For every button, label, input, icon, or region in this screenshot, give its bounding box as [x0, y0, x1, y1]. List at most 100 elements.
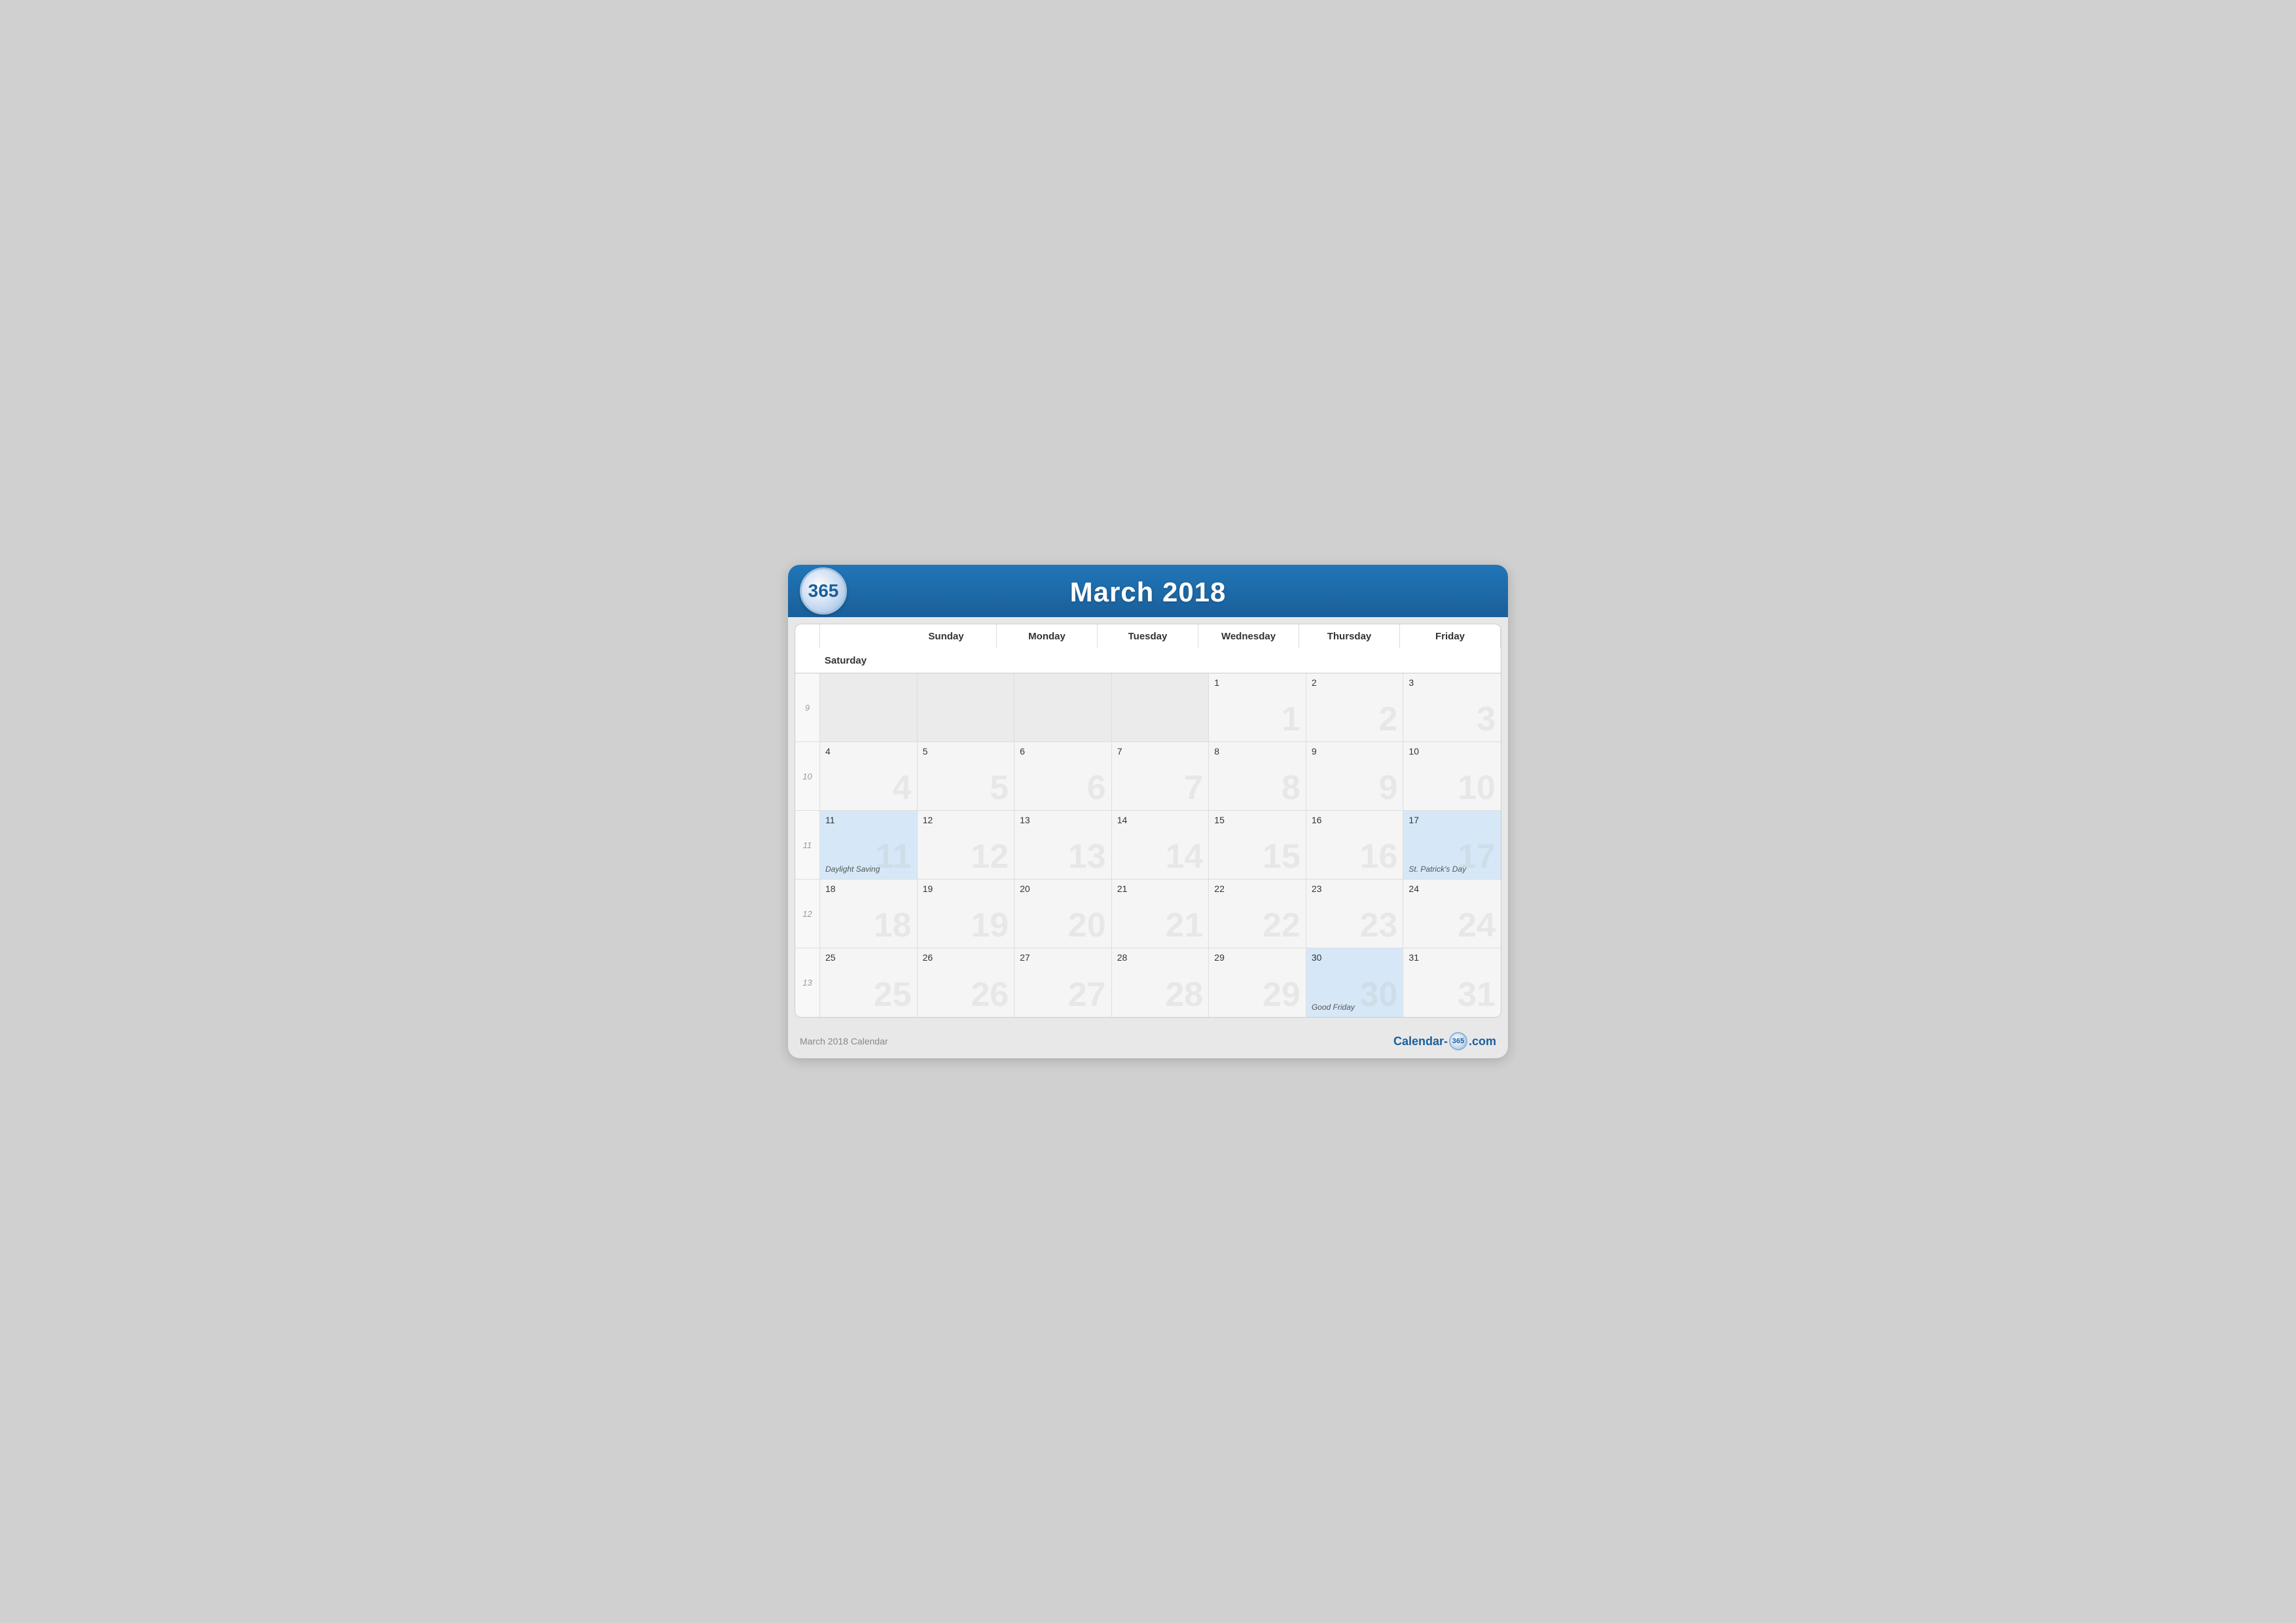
- footer-brand-text1: Calendar-: [1393, 1035, 1448, 1048]
- day-cell-16[interactable]: 1616: [1306, 811, 1404, 880]
- day-watermark: 23: [1360, 908, 1398, 942]
- day-cell-20[interactable]: 2020: [1014, 880, 1112, 948]
- event-label: Daylight Saving: [825, 865, 880, 874]
- day-cell-24[interactable]: 24 24: [1403, 880, 1501, 948]
- day-cell-15[interactable]: 1515: [1209, 811, 1306, 880]
- calendar-grid: 9112233104455667788991010111111Daylight …: [795, 673, 1501, 1017]
- day-watermark: 22: [1263, 908, 1300, 942]
- day-number: 6: [1020, 746, 1106, 757]
- day-watermark: 9: [1379, 771, 1398, 805]
- day-number: 20: [1020, 883, 1106, 894]
- day-number: 23: [1312, 883, 1398, 894]
- day-cell-1[interactable]: 11: [1209, 673, 1306, 742]
- day-cell-6[interactable]: 66: [1014, 742, 1112, 811]
- day-cell-4[interactable]: 44: [820, 742, 918, 811]
- day-watermark: 13: [1068, 840, 1106, 874]
- footer-brand: Calendar- 365 .com: [1393, 1032, 1496, 1050]
- day-watermark: 1: [1282, 702, 1300, 736]
- day-watermark: 4: [893, 771, 912, 805]
- dow-thursday: Thursday: [1299, 624, 1400, 649]
- days-of-week-row: SundayMondayTuesdayWednesdayThursdayFrid…: [795, 624, 1501, 673]
- day-cell-18[interactable]: 1818: [820, 880, 918, 948]
- day-number: 15: [1214, 815, 1300, 825]
- day-number: 22: [1214, 883, 1300, 894]
- day-watermark: 26: [971, 978, 1009, 1012]
- day-cell-25[interactable]: 25 25: [820, 948, 918, 1017]
- day-cell-7[interactable]: 77: [1112, 742, 1210, 811]
- day-number: 12: [923, 815, 1009, 825]
- day-cell-23[interactable]: 23 23: [1306, 880, 1404, 948]
- logo-text: 365: [808, 580, 839, 601]
- day-cell-26[interactable]: 26 26: [918, 948, 1015, 1017]
- day-cell-empty: [1112, 673, 1210, 742]
- day-number: 24: [1408, 883, 1496, 894]
- day-number: 21: [1117, 883, 1204, 894]
- day-watermark: 12: [971, 840, 1009, 874]
- day-watermark: 11: [876, 840, 912, 874]
- day-cell-12[interactable]: 12 12: [918, 811, 1015, 880]
- day-cell-5[interactable]: 55: [918, 742, 1015, 811]
- event-label: St. Patrick's Day: [1408, 865, 1466, 874]
- day-number: 13: [1020, 815, 1106, 825]
- day-watermark: 20: [1068, 908, 1106, 942]
- dow-saturday: Saturday: [795, 649, 896, 673]
- day-cell-22[interactable]: 22 22: [1209, 880, 1306, 948]
- day-watermark: 14: [1165, 840, 1203, 874]
- dow-monday: Monday: [997, 624, 1098, 649]
- day-watermark: 6: [1087, 771, 1106, 805]
- day-cell-30[interactable]: 3030Good Friday: [1306, 948, 1404, 1017]
- day-number: 9: [1312, 746, 1398, 757]
- day-cell-14[interactable]: 1414: [1112, 811, 1210, 880]
- day-number: 11: [825, 815, 912, 825]
- day-watermark: 18: [874, 908, 912, 942]
- day-watermark: 8: [1282, 771, 1300, 805]
- calendar-footer: March 2018 Calendar Calendar- 365 .com: [788, 1024, 1508, 1058]
- day-cell-19[interactable]: 1919: [918, 880, 1015, 948]
- day-cell-21[interactable]: 21 21: [1112, 880, 1210, 948]
- day-cell-2[interactable]: 22: [1306, 673, 1404, 742]
- day-cell-10[interactable]: 1010: [1403, 742, 1501, 811]
- day-cell-8[interactable]: 88: [1209, 742, 1306, 811]
- day-watermark: 24: [1458, 908, 1496, 942]
- day-number: 8: [1214, 746, 1300, 757]
- day-watermark: 30: [1360, 978, 1398, 1012]
- week-number-9: 9: [795, 673, 820, 742]
- day-cell-13[interactable]: 13 13: [1014, 811, 1112, 880]
- day-number: 16: [1312, 815, 1398, 825]
- day-number: 29: [1214, 952, 1300, 963]
- day-cell-29[interactable]: 29 29: [1209, 948, 1306, 1017]
- day-watermark: 2: [1379, 702, 1398, 736]
- day-number: 17: [1408, 815, 1496, 825]
- day-watermark: 5: [990, 771, 1009, 805]
- footer-brand-circle: 365: [1449, 1032, 1467, 1050]
- dow-friday: Friday: [1400, 624, 1501, 649]
- day-watermark: 25: [874, 978, 912, 1012]
- day-watermark: 31: [1458, 978, 1496, 1012]
- day-cell-27[interactable]: 2727: [1014, 948, 1112, 1017]
- day-number: 25: [825, 952, 912, 963]
- day-number: 3: [1408, 677, 1496, 688]
- dow-tuesday: Tuesday: [1098, 624, 1198, 649]
- day-number: 7: [1117, 746, 1204, 757]
- day-watermark: 21: [1165, 908, 1203, 942]
- day-watermark: 28: [1165, 978, 1203, 1012]
- day-cell-empty: [820, 673, 918, 742]
- day-cell-9[interactable]: 99: [1306, 742, 1404, 811]
- calendar-header: 365 March 2018: [788, 565, 1508, 617]
- day-cell-17[interactable]: 1717St. Patrick's Day: [1403, 811, 1501, 880]
- day-cell-11[interactable]: 1111Daylight Saving: [820, 811, 918, 880]
- day-watermark: 27: [1068, 978, 1106, 1012]
- day-number: 5: [923, 746, 1009, 757]
- day-number: 31: [1408, 952, 1496, 963]
- day-watermark: 15: [1263, 840, 1300, 874]
- day-number: 18: [825, 883, 912, 894]
- day-cell-31[interactable]: 31 31: [1403, 948, 1501, 1017]
- dow-sunday: Sunday: [896, 624, 997, 649]
- day-watermark: 29: [1263, 978, 1300, 1012]
- day-watermark: 19: [971, 908, 1009, 942]
- footer-label: March 2018 Calendar: [800, 1036, 888, 1046]
- day-number: 26: [923, 952, 1009, 963]
- day-cell-28[interactable]: 2828: [1112, 948, 1210, 1017]
- day-cell-3[interactable]: 33: [1403, 673, 1501, 742]
- day-cell-empty: [918, 673, 1015, 742]
